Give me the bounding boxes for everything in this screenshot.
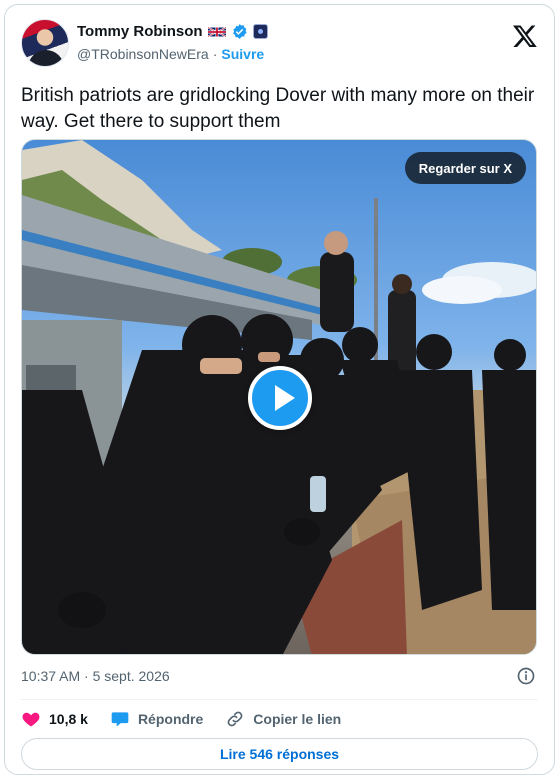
follow-button[interactable]: Suivre xyxy=(221,46,264,62)
reply-button[interactable]: Répondre xyxy=(110,709,203,729)
copy-link-button[interactable]: Copier le lien xyxy=(225,709,341,729)
reply-label: Répondre xyxy=(137,711,204,727)
author-name-row: Tommy Robinson xyxy=(77,23,268,40)
author-handle-row: @TRobinsonNewEra · Suivre xyxy=(77,46,264,62)
heart-icon xyxy=(22,712,40,727)
video-player[interactable]: Regarder sur X xyxy=(21,139,537,655)
separator-dot: · xyxy=(212,46,218,62)
uk-flag-icon xyxy=(207,26,226,37)
info-icon[interactable] xyxy=(516,666,536,686)
avatar[interactable] xyxy=(21,19,69,67)
reply-bubble-icon xyxy=(111,712,129,727)
x-logo-icon[interactable] xyxy=(512,23,538,49)
affiliation-badge-icon[interactable] xyxy=(252,24,268,39)
timestamp[interactable]: 10:37 AM · 5 sept. 2026 xyxy=(21,668,170,684)
like-button[interactable]: 10,8 k xyxy=(21,709,88,729)
verified-badge-icon xyxy=(232,24,247,39)
divider xyxy=(21,699,538,700)
copy-link-label: Copier le lien xyxy=(253,711,342,727)
link-icon xyxy=(227,711,243,727)
avatar-figure xyxy=(28,50,64,66)
action-bar: 10,8 k Répondre Copier le lien xyxy=(21,706,341,732)
read-replies-button[interactable]: Lire 546 réponses xyxy=(21,738,538,770)
play-button[interactable] xyxy=(248,366,312,430)
watch-on-x-button[interactable]: Regarder sur X xyxy=(404,152,526,184)
tweet-card: Tommy Robinson @TRobinsonNewEra · Suivre… xyxy=(4,4,555,775)
author-handle[interactable]: @TRobinsonNewEra xyxy=(77,46,209,62)
tweet-text: British patriots are gridlocking Dover w… xyxy=(21,85,535,132)
like-count: 10,8 k xyxy=(49,711,88,727)
author-name[interactable]: Tommy Robinson xyxy=(77,23,203,40)
